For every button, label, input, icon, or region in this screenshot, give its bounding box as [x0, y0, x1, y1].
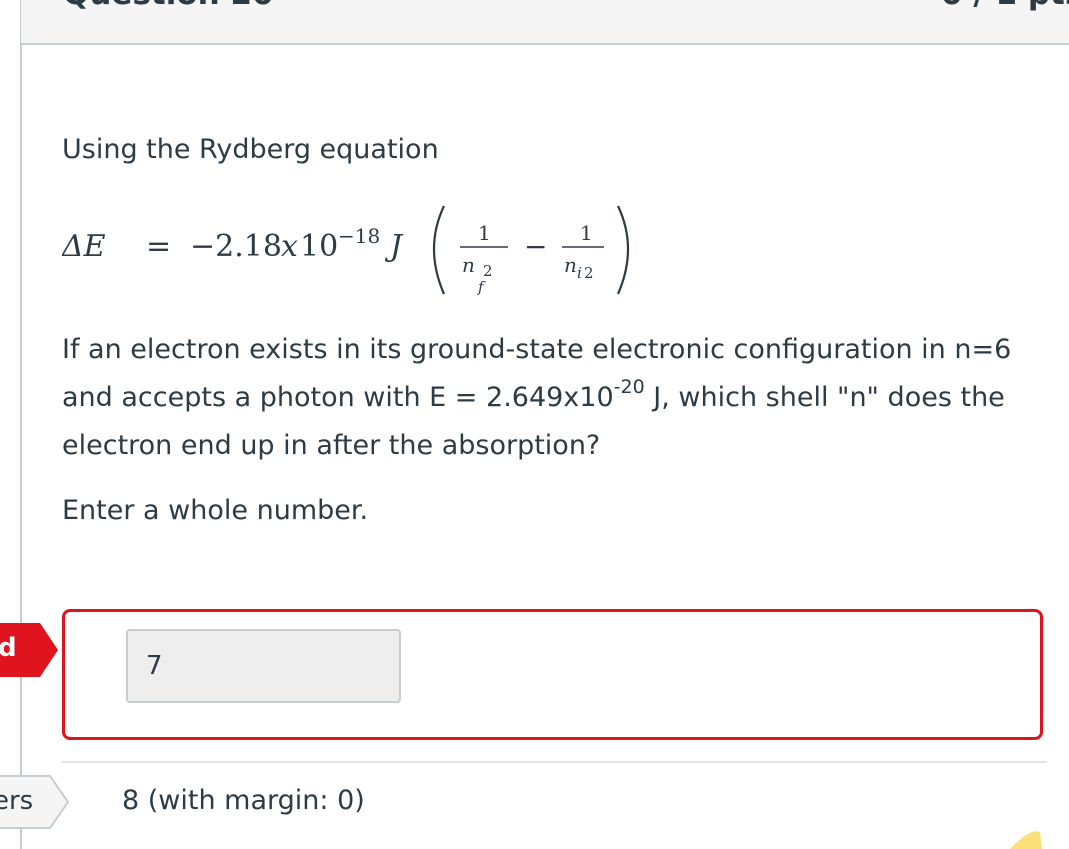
equation-sup-2: 2: [584, 264, 594, 282]
equation-equals: =: [146, 229, 171, 264]
equation-denominator-2: n: [564, 253, 577, 277]
equation-unit: J: [384, 229, 404, 264]
equation-denominator-1: n: [462, 253, 475, 277]
equation-delta-e: ΔE: [62, 229, 106, 264]
question-points: 0 / 1 pts: [941, 0, 1069, 12]
rydberg-equation: ΔE = −2.18 x 10 −18 J 1 n 2 f − 1 n i 2: [62, 205, 630, 296]
equation-exponent: −18: [338, 224, 380, 248]
question-header: Question 20 0 / 1 pts: [21, 0, 1069, 45]
left-border-rule: [20, 0, 22, 849]
equation-coefficient: −2.18: [190, 229, 282, 264]
answer-input[interactable]: 7: [126, 629, 401, 703]
equation-sub-1: f: [477, 278, 486, 296]
question-intro-text: Using the Rydberg equation: [62, 134, 439, 165]
answer-divider: [62, 761, 1047, 763]
question-instruction: Enter a whole number.: [62, 495, 369, 526]
equation-x: x: [281, 229, 298, 264]
equation-right-paren: [616, 205, 630, 295]
equation-numerator-1: 1: [478, 221, 491, 245]
quiz-question-page: Question 20 0 / 1 pts Using the Rydberg …: [0, 0, 1069, 849]
equation-left-paren: [432, 205, 446, 295]
question-title: Question 20: [63, 0, 274, 12]
correct-answers-label: ers: [0, 786, 34, 816]
answer-status-label: d: [0, 633, 17, 663]
equation-base: 10: [300, 229, 338, 264]
equation-sub-2: i: [577, 264, 582, 282]
equation-sup-1: 2: [483, 262, 493, 280]
equation-minus: −: [524, 230, 547, 263]
corner-decoration: [1010, 831, 1042, 849]
question-body: If an electron exists in its ground-stat…: [62, 326, 1052, 470]
equation-numerator-2: 1: [580, 221, 593, 245]
correct-answer-value: 8 (with margin: 0): [122, 785, 365, 816]
question-body-exponent: -20: [613, 376, 645, 398]
